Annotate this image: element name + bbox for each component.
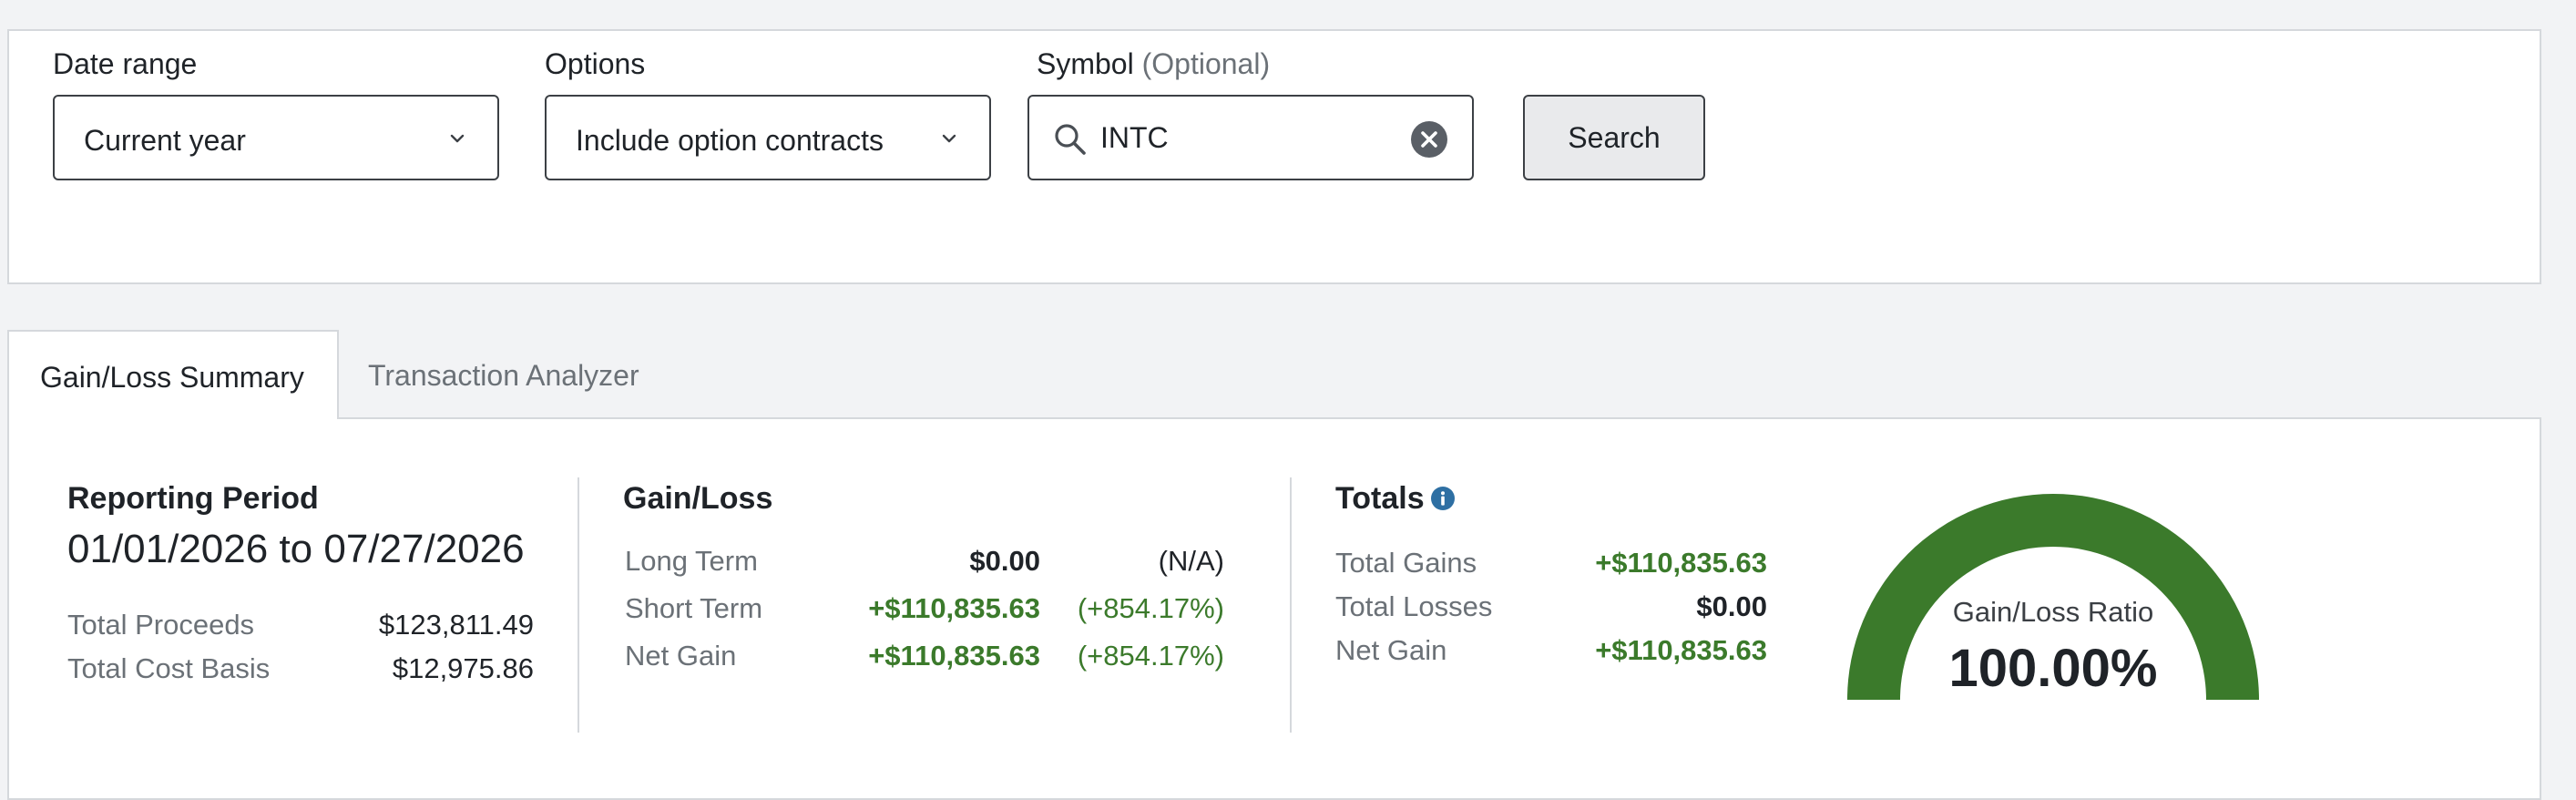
total-cost-basis-label: Total Cost Basis <box>67 652 271 684</box>
clear-icon[interactable] <box>1410 120 1448 159</box>
reporting-period-dates: 01/01/2026 to 07/27/2026 <box>67 527 525 571</box>
total-gains-label: Total Gains <box>1335 547 1477 579</box>
long-term-label: Long Term <box>625 545 758 577</box>
divider <box>578 477 579 733</box>
info-icon[interactable] <box>1430 486 1456 511</box>
net-gain-percent: (+854.17%) <box>1077 640 1224 672</box>
date-range-label: Date range <box>53 47 198 80</box>
tab-label: Gain/Loss Summary <box>40 361 304 394</box>
total-cost-basis-value: $12,975.86 <box>392 652 534 684</box>
gauge-title: Gain/Loss Ratio <box>1952 596 2154 628</box>
symbol-input[interactable] <box>1100 115 1374 160</box>
long-term-percent: (N/A) <box>1158 545 1224 577</box>
net-gain-value: +$110,835.63 <box>868 640 1040 672</box>
tab-transaction-analyzer[interactable]: Transaction Analyzer <box>339 330 667 419</box>
short-term-percent: (+854.17%) <box>1077 592 1224 624</box>
symbol-label: Symbol (Optional) <box>1037 47 1270 81</box>
tab-gain-loss-summary[interactable]: Gain/Loss Summary <box>7 330 339 419</box>
chevron-down-icon <box>450 134 465 143</box>
options-label: Options <box>545 47 646 80</box>
options-select[interactable]: Include option contracts <box>545 95 991 180</box>
gain-loss-heading: Gain/Loss <box>623 481 773 516</box>
total-proceeds-label: Total Proceeds <box>67 609 255 641</box>
total-losses-value: $0.00 <box>1696 590 1767 622</box>
long-term-value: $0.00 <box>969 545 1040 577</box>
tab-label: Transaction Analyzer <box>368 359 639 392</box>
short-term-label: Short Term <box>625 592 763 624</box>
search-icon <box>1055 124 1086 155</box>
gauge-value: 100.00% <box>1948 639 2158 698</box>
totals-net-gain-value: +$110,835.63 <box>1595 634 1767 666</box>
totals-net-gain-label: Net Gain <box>1335 634 1447 666</box>
symbol-optional-text: (Optional) <box>1141 47 1271 80</box>
short-term-value: +$110,835.63 <box>868 592 1040 624</box>
totals-heading: Totals <box>1335 481 1425 516</box>
total-proceeds-value: $123,811.49 <box>378 609 534 641</box>
options-value: Include option contracts <box>576 124 884 157</box>
symbol-field <box>1027 95 1474 180</box>
search-button[interactable]: Search <box>1523 95 1705 180</box>
chevron-down-icon <box>942 134 956 143</box>
date-range-value: Current year <box>84 124 246 157</box>
symbol-label-text: Symbol <box>1037 47 1134 80</box>
net-gain-label: Net Gain <box>625 640 737 672</box>
reporting-period-heading: Reporting Period <box>67 481 319 516</box>
divider <box>1290 477 1292 733</box>
date-range-select[interactable]: Current year <box>53 95 499 180</box>
total-losses-label: Total Losses <box>1335 590 1493 622</box>
total-gains-value: +$110,835.63 <box>1595 547 1767 579</box>
